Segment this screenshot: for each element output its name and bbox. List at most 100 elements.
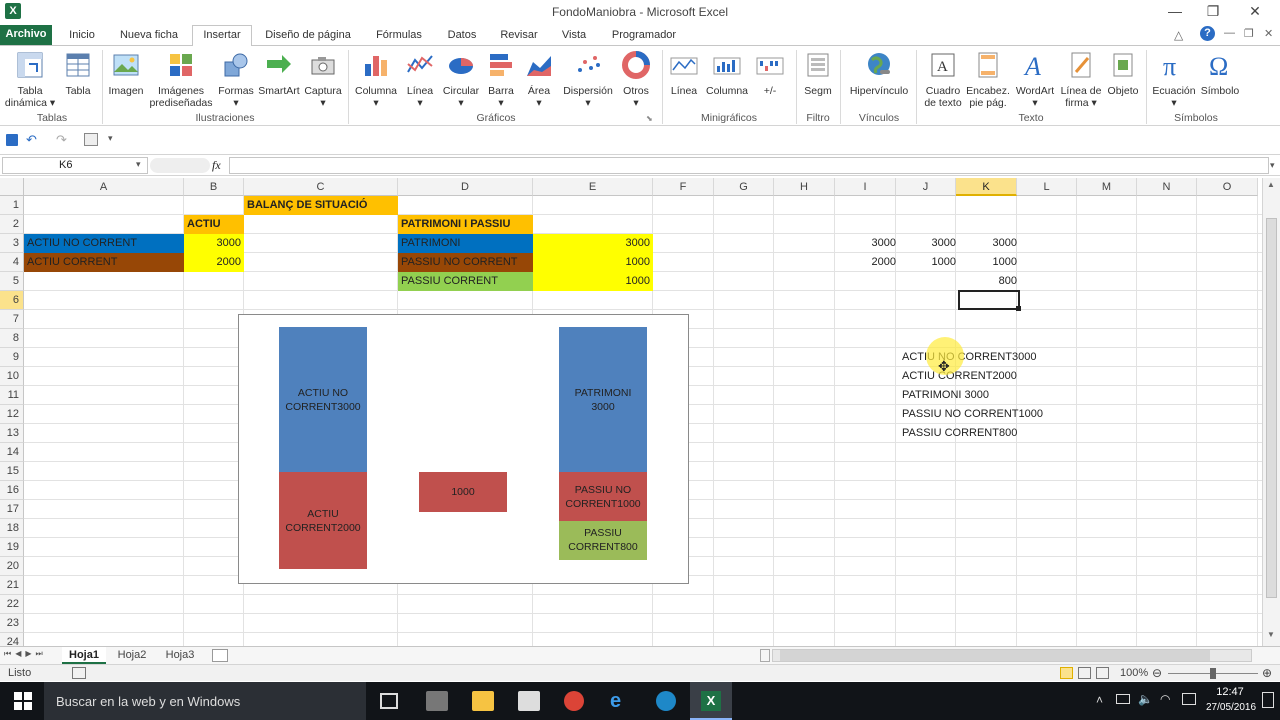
worksheet-grid[interactable]: ABCDEFGHIJKLMNO 1 2 3 4 5 6 7 8 9 10 11 12 13 14 15 16 1… [0,178,1262,646]
page-break-view-icon[interactable] [1096,667,1109,679]
macro-record-icon[interactable] [72,667,86,679]
image-button[interactable]: Imagen [106,50,146,97]
row-header-9[interactable]: 9 [0,348,24,367]
stacked-column-chart[interactable]: ACTIU NO CORRENT3000 ACTIU CORRENT2000 100… [238,314,689,584]
doc-close-icon[interactable]: ✕ [1264,27,1273,40]
cell-j11[interactable]: PATRIMONI 3000 [899,386,1099,405]
chart-bar-0-1[interactable]: ACTIU CORRENT2000 [279,472,367,570]
symbol-button[interactable]: Ω Símbolo [1198,50,1242,97]
clock-time[interactable]: 12:47 [1206,686,1254,698]
redo-icon[interactable]: ↷ [56,132,67,148]
cell-d3[interactable]: PATRIMONI [398,234,533,253]
column-header-d[interactable]: D [398,178,533,196]
row-header-24[interactable]: 24 [0,633,24,646]
tab-revisar[interactable]: Revisar [494,27,544,46]
cell-j3[interactable]: 3000 [899,234,959,253]
textbox-button[interactable]: A Cuadro de texto [920,50,966,109]
task-view-icon[interactable] [380,693,398,709]
column-header-i[interactable]: I [835,178,896,196]
row-header-20[interactable]: 20 [0,557,24,576]
zoom-level[interactable]: 100% [1120,667,1148,679]
tab-nueva-ficha[interactable]: Nueva ficha [112,27,186,46]
file-explorer-icon[interactable] [472,691,494,711]
signature-line-button[interactable]: Línea de firma ▾ [1058,50,1104,109]
row-header-1[interactable]: 1 [0,196,24,215]
table-button[interactable]: Tabla [58,50,98,97]
cell-j10[interactable]: ACTIU CORRENT2000 [899,367,1099,386]
column-header-h[interactable]: H [774,178,835,196]
area-chart-button[interactable]: Área ▾ [520,50,558,109]
row-header-13[interactable]: 13 [0,424,24,443]
sheet-tab-hoja3[interactable]: Hoja3 [158,647,202,664]
equation-button[interactable]: π Ecuación ▾ [1150,50,1198,109]
bar-chart-button[interactable]: Barra ▾ [482,50,520,109]
scroll-up-icon[interactable]: ▲ [1267,180,1275,189]
select-all-corner[interactable] [0,178,24,196]
column-header-g[interactable]: G [714,178,774,196]
tab-formulas[interactable]: Fórmulas [368,27,430,46]
wordart-button[interactable]: A WordArt ▾ [1012,50,1058,109]
scroll-thumb[interactable] [1266,218,1277,598]
row-header-6[interactable]: 6 [0,291,24,310]
other-charts-button[interactable]: Otros ▾ [618,50,654,109]
cell-b4[interactable]: 2000 [184,253,244,272]
zoom-out-icon[interactable]: ⊖ [1152,666,1162,680]
tab-programador[interactable]: Programador [604,27,684,46]
smartart-button[interactable]: SmartArt [256,50,302,97]
tab-insertar[interactable]: Insertar [192,25,252,47]
row-header-12[interactable]: 12 [0,405,24,424]
row-header-8[interactable]: 8 [0,329,24,348]
chart-bar-1-1[interactable]: 1000 [419,472,507,513]
row-header-15[interactable]: 15 [0,462,24,481]
header-footer-button[interactable]: Encabez. pie pág. [966,50,1010,109]
windows-start-icon[interactable] [12,691,34,711]
normal-view-icon[interactable] [1060,667,1073,679]
screenshot-button[interactable]: Captura ▾ [302,50,344,109]
insert-function-icon[interactable]: fx [212,158,221,173]
table-grid-icon[interactable] [84,133,98,146]
column-header-a[interactable]: A [24,178,184,196]
cell-k4[interactable]: 1000 [959,253,1020,272]
notifications-icon[interactable] [1262,692,1274,708]
chart-bar-2-0[interactable]: PATRIMONI 3000 [559,327,647,473]
row-header-14[interactable]: 14 [0,443,24,462]
cell-e4[interactable]: 1000 [533,253,653,272]
taskbar-excel-active[interactable]: X [690,682,732,720]
save-icon[interactable] [6,134,18,146]
hyperlink-button[interactable]: Hipervínculo [846,50,912,97]
active-cell-selection[interactable] [958,290,1020,310]
tab-datos[interactable]: Datos [440,27,484,46]
insert-sheet-icon[interactable] [212,649,228,662]
row-header-22[interactable]: 22 [0,595,24,614]
cell-e5[interactable]: 1000 [533,272,653,291]
keyboard-icon[interactable] [1182,693,1196,705]
line-chart-button[interactable]: Línea ▾ [402,50,438,109]
pivot-table-button[interactable]: Tabla dinámica ▾ [4,50,56,109]
tray-chevron-icon[interactable]: ˄ [1096,693,1103,707]
undo-icon[interactable]: ↶ [26,132,37,148]
formula-input[interactable] [229,157,1269,174]
chart-bar-2-1[interactable]: PASSIU NO CORRENT1000 [559,472,647,521]
shapes-button[interactable]: Formas ▾ [216,50,256,109]
row-header-17[interactable]: 17 [0,500,24,519]
scatter-chart-button[interactable]: Dispersión ▾ [560,50,616,109]
cell-k3[interactable]: 3000 [959,234,1020,253]
column-header-m[interactable]: M [1077,178,1137,196]
row-header-21[interactable]: 21 [0,576,24,595]
chart-bar-2-2[interactable]: PASSIU CORRENT800 [559,520,647,560]
column-header-o[interactable]: O [1197,178,1258,196]
cell-b2[interactable]: ACTIU [184,215,244,234]
column-header-b[interactable]: B [184,178,244,196]
object-button[interactable]: Objeto [1104,50,1142,97]
column-header-l[interactable]: L [1017,178,1077,196]
close-icon[interactable]: ✕ [1240,3,1270,20]
clipart-button[interactable]: Imágenes prediseñadas [148,50,214,109]
tab-split-handle[interactable] [760,649,770,662]
dialog-launcher-icon[interactable]: ⬊ [646,114,653,123]
column-header-e[interactable]: E [533,178,653,196]
sheet-nav-arrows-icon[interactable]: ⏮◀▶⏭ [4,649,47,659]
tab-inicio[interactable]: Inicio [60,27,104,46]
cell-b3[interactable]: 3000 [184,234,244,253]
doc-minimize-icon[interactable]: — [1224,27,1235,39]
row-header-5[interactable]: 5 [0,272,24,291]
